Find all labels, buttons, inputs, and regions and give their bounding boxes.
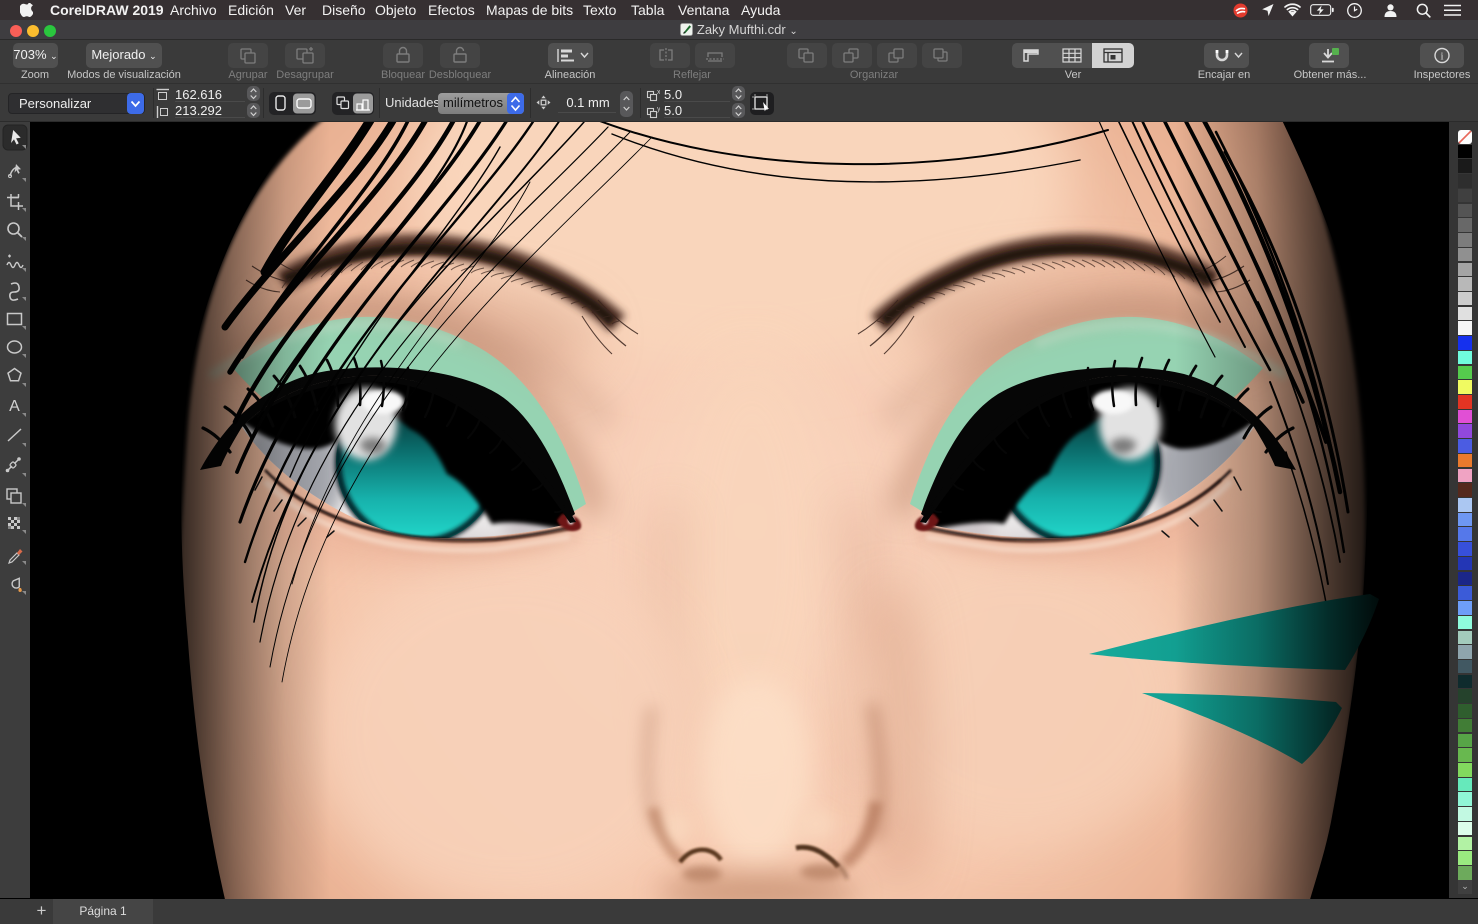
- svg-text:i: i: [1440, 51, 1443, 63]
- svg-text:A: A: [9, 398, 20, 415]
- svg-text:y: y: [657, 106, 660, 113]
- svg-text:x: x: [657, 89, 660, 96]
